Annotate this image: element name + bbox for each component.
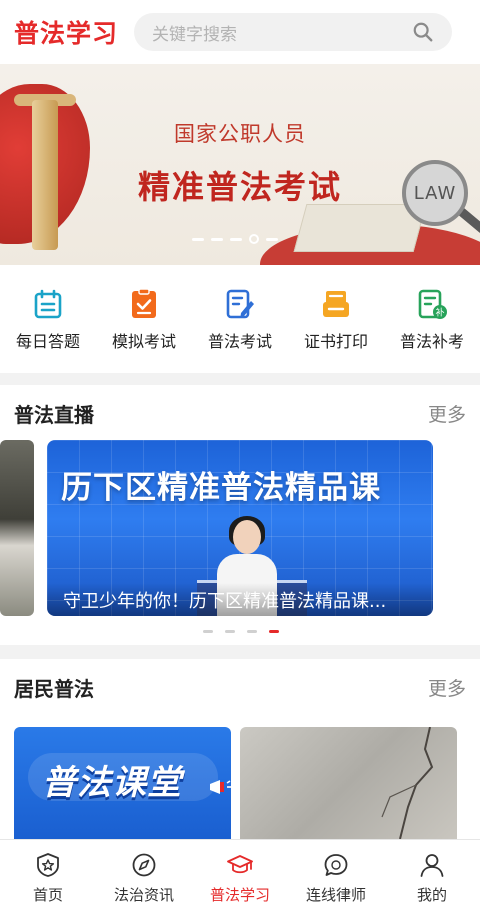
live-card-previous-peek[interactable] <box>0 440 34 616</box>
banner-pagination <box>192 234 278 244</box>
calendar-icon <box>34 289 62 319</box>
banner-dot[interactable] <box>211 237 223 241</box>
banner-dot-active[interactable] <box>249 234 259 244</box>
resident-card-title: 普法课堂 <box>42 763 182 803</box>
banner-dot[interactable] <box>192 237 204 241</box>
quick-item-label: 普法考试 <box>207 332 272 351</box>
app-root: 普法学习 关键字搜索 国家公职人员 精准普法考试 LAW 每日答题 模拟考试 普… <box>0 0 480 917</box>
law-magnifier-badge: LAW <box>402 160 468 226</box>
resident-card-classroom[interactable]: 普法课堂 <box>14 727 231 839</box>
checklist-icon <box>132 288 156 318</box>
print-icon <box>323 291 349 317</box>
nav-label: 我的 <box>416 886 447 904</box>
section-title: 普法直播 <box>14 403 94 427</box>
quick-item-makeup-exam[interactable]: 补 普法补考 <box>384 265 480 373</box>
quick-item-label: 证书打印 <box>303 332 368 351</box>
quick-menu: 每日答题 模拟考试 普法考试 证书打印 补 普法补考 <box>0 265 480 373</box>
live-section: 普法直播 更多 历下区精准普法精品课 守卫少年的你！历下区精准普法精品课... <box>0 385 480 645</box>
search-icon[interactable] <box>412 21 434 43</box>
nav-label: 首页 <box>32 886 63 904</box>
quick-item-law-exam[interactable]: 普法考试 <box>192 265 288 373</box>
live-dot-active[interactable] <box>269 630 279 633</box>
top-header: 普法学习 关键字搜索 <box>0 0 480 64</box>
more-link[interactable]: 更多 <box>428 674 466 701</box>
graduation-cap-icon <box>227 855 253 874</box>
search-placeholder[interactable]: 关键字搜索 <box>152 20 237 45</box>
quick-item-daily-quiz[interactable]: 每日答题 <box>0 265 96 373</box>
live-card[interactable]: 历下区精准普法精品课 守卫少年的你！历下区精准普法精品课... <box>47 440 433 616</box>
resident-section: 居民普法 更多 普法课堂 <box>0 659 480 839</box>
live-caption-bar: 守卫少年的你！历下区精准普法精品课... <box>47 583 433 616</box>
search-bar[interactable]: 关键字搜索 <box>134 13 452 51</box>
quick-item-label: 模拟考试 <box>111 332 176 351</box>
live-dot[interactable] <box>203 630 213 633</box>
makeup-exam-icon: 补 <box>418 289 447 319</box>
nav-label: 连线律师 <box>305 886 366 904</box>
nav-law-news[interactable]: 法治资讯 <box>96 840 192 917</box>
compass-icon <box>132 853 156 877</box>
live-dot[interactable] <box>247 630 257 633</box>
nav-label: 法治资讯 <box>113 886 174 904</box>
megaphone-icon <box>210 780 231 794</box>
section-title: 居民普法 <box>14 677 94 701</box>
live-card-caption: 守卫少年的你！历下区精准普法精品课... <box>63 591 387 612</box>
live-dot[interactable] <box>225 630 235 633</box>
nav-lawyer-chat[interactable]: 连线律师 <box>288 840 384 917</box>
bottom-navigation: 首页 法治资讯 普法学习 连线律师 我的 <box>0 839 480 917</box>
banner-dot[interactable] <box>230 237 242 241</box>
resident-card-wall[interactable] <box>240 727 457 839</box>
user-icon <box>420 854 444 877</box>
nav-profile[interactable]: 我的 <box>384 840 480 917</box>
live-card-headline: 历下区精准普法精品课 <box>61 470 381 506</box>
nav-law-study[interactable]: 普法学习 <box>192 840 288 917</box>
svg-text:补: 补 <box>435 307 444 319</box>
banner-subtitle: 国家公职人员 <box>174 122 306 146</box>
banner-dot[interactable] <box>266 237 278 241</box>
more-link[interactable]: 更多 <box>428 400 466 427</box>
wall-crack-image <box>381 727 434 839</box>
nav-home[interactable]: 首页 <box>0 840 96 917</box>
presenter-head <box>233 520 261 554</box>
chat-bubble-icon <box>324 854 348 876</box>
home-shield-icon <box>37 853 59 877</box>
banner-carousel[interactable]: 国家公职人员 精准普法考试 LAW <box>0 64 480 265</box>
quick-item-certificate-print[interactable]: 证书打印 <box>288 265 384 373</box>
quick-item-label: 每日答题 <box>15 332 80 351</box>
quick-item-mock-exam[interactable]: 模拟考试 <box>96 265 192 373</box>
quick-item-label: 普法补考 <box>399 332 464 351</box>
live-pagination <box>203 630 279 633</box>
nav-label: 普法学习 <box>209 886 270 904</box>
edit-document-icon <box>226 289 254 319</box>
app-title: 普法学习 <box>14 19 119 48</box>
